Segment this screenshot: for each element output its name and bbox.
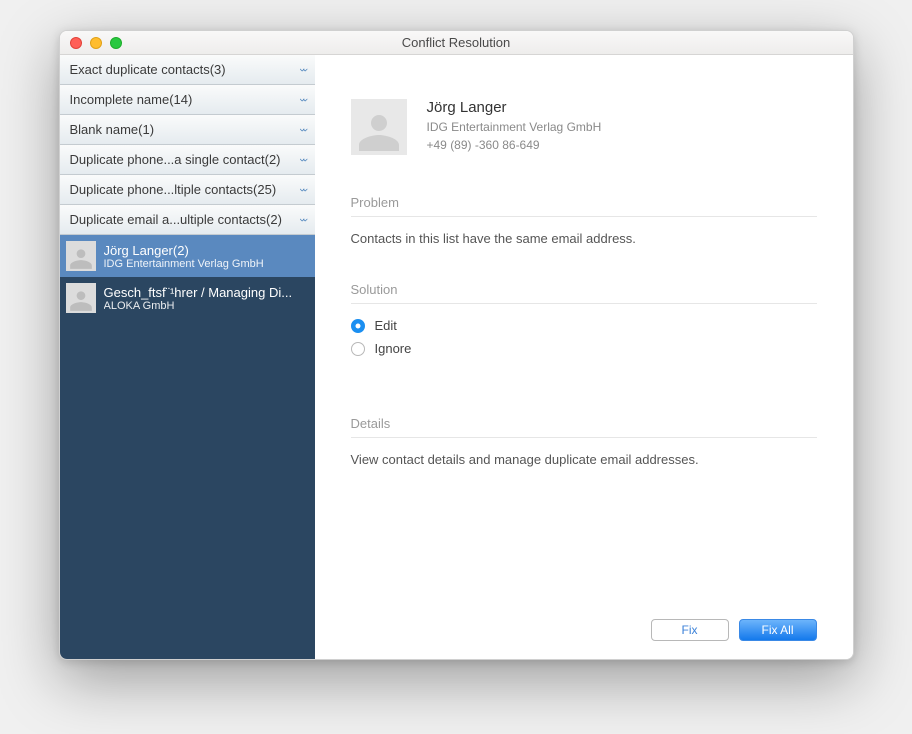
contact-info: Jörg Langer IDG Entertainment Verlag Gmb… xyxy=(427,99,602,155)
divider xyxy=(351,216,817,217)
expand-icon: ›› xyxy=(300,218,306,222)
divider xyxy=(351,437,817,438)
person-icon xyxy=(355,107,403,155)
main-panel: Jörg Langer IDG Entertainment Verlag Gmb… xyxy=(315,55,853,659)
problem-text: Contacts in this list have the same emai… xyxy=(351,231,817,246)
expand-icon: ›› xyxy=(300,68,306,72)
category-exact-duplicate[interactable]: Exact duplicate contacts(3) ›› xyxy=(60,55,315,85)
contact-row[interactable]: Jörg Langer(2) IDG Entertainment Verlag … xyxy=(60,235,315,277)
avatar xyxy=(351,99,407,155)
expand-icon: ›› xyxy=(300,98,306,102)
maximize-button[interactable] xyxy=(110,37,122,49)
solution-label: Solution xyxy=(351,282,817,297)
window: Conflict Resolution Exact duplicate cont… xyxy=(59,30,854,660)
contact-name: Jörg Langer(2) xyxy=(104,243,264,258)
category-label: Duplicate email a...ultiple contacts(2) xyxy=(70,212,282,227)
detail-phone: +49 (89) -360 86-649 xyxy=(427,136,602,154)
person-icon xyxy=(68,287,94,313)
fix-all-button[interactable]: Fix All xyxy=(739,619,817,641)
close-button[interactable] xyxy=(70,37,82,49)
contact-row[interactable]: Gesch_ftsf¨¹hrer / Managing Di... ALOKA … xyxy=(60,277,315,319)
traffic-lights xyxy=(70,37,122,49)
detail-name: Jörg Langer xyxy=(427,99,602,116)
divider xyxy=(351,303,817,304)
radio-label: Edit xyxy=(375,318,397,333)
avatar xyxy=(66,283,96,313)
content: Exact duplicate contacts(3) ›› Incomplet… xyxy=(60,55,853,659)
solution-options: Edit Ignore xyxy=(351,318,817,356)
contact-sub: IDG Entertainment Verlag GmbH xyxy=(104,258,264,270)
category-blank-name[interactable]: Blank name(1) ›› xyxy=(60,115,315,145)
problem-label: Problem xyxy=(351,195,817,210)
category-dup-phone-single[interactable]: Duplicate phone...a single contact(2) ›› xyxy=(60,145,315,175)
person-icon xyxy=(68,245,94,271)
details-label: Details xyxy=(351,416,817,431)
sidebar: Exact duplicate contacts(3) ›› Incomplet… xyxy=(60,55,315,659)
avatar xyxy=(66,241,96,271)
fix-button[interactable]: Fix xyxy=(651,619,729,641)
expand-icon: ›› xyxy=(300,188,306,192)
contact-name: Gesch_ftsf¨¹hrer / Managing Di... xyxy=(104,285,293,300)
category-label: Incomplete name(14) xyxy=(70,92,193,107)
category-dup-phone-multiple[interactable]: Duplicate phone...ltiple contacts(25) ›› xyxy=(60,175,315,205)
minimize-button[interactable] xyxy=(90,37,102,49)
category-label: Duplicate phone...a single contact(2) xyxy=(70,152,281,167)
radio-edit[interactable]: Edit xyxy=(351,318,817,333)
contact-text: Jörg Langer(2) IDG Entertainment Verlag … xyxy=(104,243,264,270)
contact-header: Jörg Langer IDG Entertainment Verlag Gmb… xyxy=(351,99,817,155)
category-label: Blank name(1) xyxy=(70,122,155,137)
category-dup-email-multiple[interactable]: Duplicate email a...ultiple contacts(2) … xyxy=(60,205,315,235)
window-title: Conflict Resolution xyxy=(60,35,853,50)
radio-icon xyxy=(351,319,365,333)
titlebar[interactable]: Conflict Resolution xyxy=(60,31,853,55)
expand-icon: ›› xyxy=(300,128,306,132)
category-label: Exact duplicate contacts(3) xyxy=(70,62,226,77)
category-incomplete-name[interactable]: Incomplete name(14) ›› xyxy=(60,85,315,115)
contact-sub: ALOKA GmbH xyxy=(104,300,293,312)
contact-text: Gesch_ftsf¨¹hrer / Managing Di... ALOKA … xyxy=(104,285,293,312)
detail-company: IDG Entertainment Verlag GmbH xyxy=(427,118,602,136)
radio-label: Ignore xyxy=(375,341,412,356)
details-text: View contact details and manage duplicat… xyxy=(351,452,817,467)
radio-icon xyxy=(351,342,365,356)
expand-icon: ›› xyxy=(300,158,306,162)
category-label: Duplicate phone...ltiple contacts(25) xyxy=(70,182,277,197)
radio-ignore[interactable]: Ignore xyxy=(351,341,817,356)
footer: Fix Fix All xyxy=(351,599,817,641)
